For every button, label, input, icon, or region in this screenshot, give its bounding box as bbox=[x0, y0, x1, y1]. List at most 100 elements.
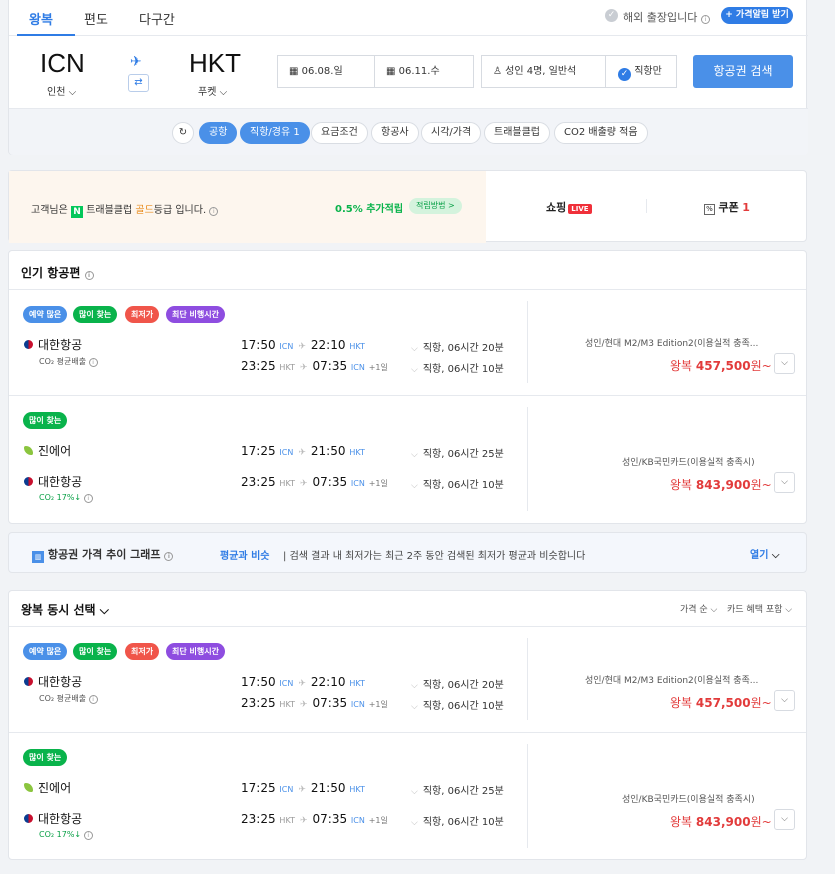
destination-city[interactable]: 푸켓 ⌵ bbox=[198, 83, 227, 98]
info-icon[interactable]: i bbox=[84, 271, 94, 280]
badge-most-searched: 많이 찾는 bbox=[23, 412, 68, 429]
outbound-times: 17:50 ICN ✈ 22:10 HKT bbox=[241, 675, 365, 689]
badge-most-booked: 예약 많은 bbox=[23, 643, 68, 660]
badge-shortest-flight: 최단 비행시간 bbox=[166, 643, 225, 660]
origin-city[interactable]: 인천 ⌵ bbox=[47, 83, 76, 98]
filter-co2[interactable]: CO2 배출량 적음 bbox=[554, 122, 648, 144]
info-icon: i bbox=[700, 15, 710, 24]
origin-code[interactable]: ICN bbox=[40, 48, 85, 79]
flight-option[interactable]: 예약 많은 많이 찾는 최저가 최단 비행시간 대한항공 CO₂ 평균배출 i … bbox=[9, 289, 806, 395]
filter-travel-club[interactable]: 트래블클럽 bbox=[484, 122, 550, 144]
info-icon[interactable]: i bbox=[88, 358, 98, 367]
filter-airport[interactable]: 공항 bbox=[199, 122, 238, 144]
co2-info: CO₂ 평균배출 i bbox=[39, 693, 98, 704]
outbound-duration: ⌵ 직항, 06시간 25분 bbox=[411, 449, 504, 460]
airline-name: 대한항공 bbox=[24, 336, 82, 353]
card-benefit-dropdown[interactable]: 카드 혜택 포함 ⌵ bbox=[727, 602, 792, 615]
return-duration: ⌵ 직항, 06시간 10분 bbox=[411, 364, 504, 375]
outbound-duration: ⌵ 직항, 06시간 20분 bbox=[411, 680, 504, 691]
shopping-live-link[interactable]: 쇼핑 LIVE bbox=[546, 199, 592, 215]
airline-name: 진에어 bbox=[24, 442, 71, 459]
flight-option[interactable]: 예약 많은 많이 찾는 최저가 최단 비행시간 대한항공 CO₂ 평균배출 i … bbox=[9, 626, 806, 732]
flight-option[interactable]: 많이 찾는 진에어 17:25 ICN ✈ 21:50 HKT ⌵ 직항, 06시간 … bbox=[9, 732, 806, 859]
airline-name: 진에어 bbox=[24, 779, 71, 796]
roundtrip-title[interactable]: 왕복 동시 선택 ⌵ bbox=[21, 601, 109, 618]
chevron-down-icon: ⌵ bbox=[411, 702, 418, 712]
co2-info: CO₂ 평균배출 i bbox=[39, 356, 98, 367]
passenger-field[interactable]: ♙ 성인 4명, 일반석 bbox=[481, 55, 606, 88]
korean-air-logo-icon bbox=[24, 814, 33, 823]
membership-grade-area: 고객님은 N 트래블클럽 골드등급 입니다. i 0.5% 추가적립 적립방법 … bbox=[9, 171, 486, 243]
filter-fare-condition[interactable]: 요금조건 bbox=[311, 122, 368, 144]
chevron-down-icon: ⌵ bbox=[771, 550, 780, 561]
card-benefit-info: 성인/KB국민카드(이용실적 충족시) bbox=[622, 458, 755, 468]
calendar-icon: ▦ bbox=[289, 66, 299, 77]
calendar-icon: ▦ bbox=[386, 66, 396, 77]
divider bbox=[527, 407, 528, 511]
overseas-trip-label[interactable]: 해외 출장입니다 i bbox=[623, 9, 710, 25]
extra-points: 0.5% 추가적립 bbox=[335, 204, 404, 215]
flight-search-button[interactable]: 항공권 검색 bbox=[693, 55, 793, 88]
active-tab-indicator bbox=[17, 34, 75, 36]
overseas-check-icon[interactable]: ✓ bbox=[605, 9, 618, 22]
chevron-down-icon: ⌵ bbox=[411, 681, 418, 691]
divider bbox=[646, 199, 647, 213]
airline-name: 대한항공 bbox=[24, 473, 82, 490]
badge-shortest-flight: 최단 비행시간 bbox=[166, 306, 225, 323]
co2-info: CO₂ 17%↓ i bbox=[39, 830, 93, 840]
expand-fares-button[interactable]: ⌵ bbox=[774, 472, 795, 493]
expand-fares-button[interactable]: ⌵ bbox=[774, 353, 795, 374]
expand-fares-button[interactable]: ⌵ bbox=[774, 690, 795, 711]
price-trend-description: | 검색 결과 내 최저가는 최근 2주 동안 검색된 최저가 평균과 비슷합니… bbox=[283, 551, 586, 562]
return-duration: ⌵ 직항, 06시간 10분 bbox=[411, 480, 504, 491]
plane-arrow-icon: ✈ bbox=[299, 816, 308, 826]
filter-direct-transfer[interactable]: 직항/경유 1 bbox=[240, 122, 310, 144]
open-graph-button[interactable]: 열기 ⌵ bbox=[750, 546, 779, 561]
info-icon[interactable]: i bbox=[88, 695, 98, 704]
chevron-down-icon: ⌵ bbox=[411, 818, 418, 828]
direct-only-toggle[interactable]: ✓ 직항만 bbox=[605, 55, 677, 88]
jin-air-logo-icon bbox=[24, 783, 33, 792]
filter-airline[interactable]: 항공사 bbox=[371, 122, 419, 144]
filter-time-price[interactable]: 시각/가격 bbox=[421, 122, 482, 144]
info-icon[interactable]: i bbox=[83, 494, 93, 503]
card-benefit-info: 성인/현대 M2/M3 Edition2(이용실적 충족... bbox=[585, 676, 759, 686]
coupon-link[interactable]: % 쿠폰 1 bbox=[704, 199, 750, 215]
popular-flights-section: 인기 항공편 i 예약 많은 많이 찾는 최저가 최단 비행시간 대한항공 CO… bbox=[8, 250, 807, 524]
filter-bar: ↻ 공항 직항/경유 1 요금조건 항공사 시각/가격 트래블클럽 CO2 배출… bbox=[9, 108, 808, 155]
divider bbox=[527, 744, 528, 848]
reset-filter-icon[interactable]: ↻ bbox=[172, 122, 194, 144]
badge-most-booked: 예약 많은 bbox=[23, 306, 68, 323]
info-icon[interactable]: i bbox=[209, 207, 219, 216]
roundtrip-section: 왕복 동시 선택 ⌵ 가격 순 ⌵ 카드 혜택 포함 ⌵ 예약 많은 많이 찾는… bbox=[8, 590, 807, 860]
return-date-field[interactable]: ▦ 06.11.수 bbox=[374, 55, 474, 88]
swap-route-icon[interactable]: ⇄ bbox=[128, 74, 149, 92]
price: 왕복 457,500원~ bbox=[670, 696, 772, 710]
info-icon[interactable]: i bbox=[83, 831, 93, 840]
naver-n-icon: N bbox=[71, 206, 83, 218]
flight-option[interactable]: 많이 찾는 진에어 17:25 ICN ✈ 21:50 HKT ⌵ 직항, 06시간 … bbox=[9, 395, 806, 523]
points-method-button[interactable]: 적립방법 > bbox=[409, 198, 462, 214]
chevron-down-icon: ⌵ bbox=[411, 450, 418, 460]
expand-fares-button[interactable]: ⌵ bbox=[774, 809, 795, 830]
tab-oneway[interactable]: 편도 bbox=[84, 9, 108, 28]
plane-arrow-icon: ✈ bbox=[298, 785, 306, 795]
destination-code[interactable]: HKT bbox=[189, 48, 241, 79]
chevron-down-icon: ⌵ bbox=[411, 344, 418, 354]
price-trend-title: ▥ 항공권 가격 추이 그래프 i bbox=[32, 546, 174, 563]
return-times: 23:25 HKT ✈ 07:35 ICN +1일 bbox=[241, 475, 388, 489]
info-icon[interactable]: i bbox=[164, 552, 174, 561]
airline-name: 대한항공 bbox=[24, 673, 82, 690]
person-icon: ♙ bbox=[493, 66, 502, 77]
tab-divider bbox=[9, 35, 808, 36]
tab-multicity[interactable]: 다구간 bbox=[139, 9, 175, 28]
plane-arrow-icon: ✈ bbox=[298, 448, 306, 458]
depart-date-field[interactable]: ▦ 06.08.일 bbox=[277, 55, 375, 88]
return-times: 23:25 HKT ✈ 07:35 ICN +1일 bbox=[241, 696, 388, 710]
sort-dropdown[interactable]: 가격 순 ⌵ bbox=[680, 602, 717, 615]
tab-roundtrip[interactable]: 왕복 bbox=[29, 9, 53, 28]
outbound-times: 17:25 ICN ✈ 21:50 HKT bbox=[241, 444, 365, 458]
price-trend-bar[interactable]: ▥ 항공권 가격 추이 그래프 i 평균과 비슷 | 검색 결과 내 최저가는 … bbox=[8, 532, 807, 573]
return-duration: ⌵ 직항, 06시간 10분 bbox=[411, 817, 504, 828]
price-alert-button[interactable]: + 가격알림 받기 bbox=[721, 7, 793, 24]
